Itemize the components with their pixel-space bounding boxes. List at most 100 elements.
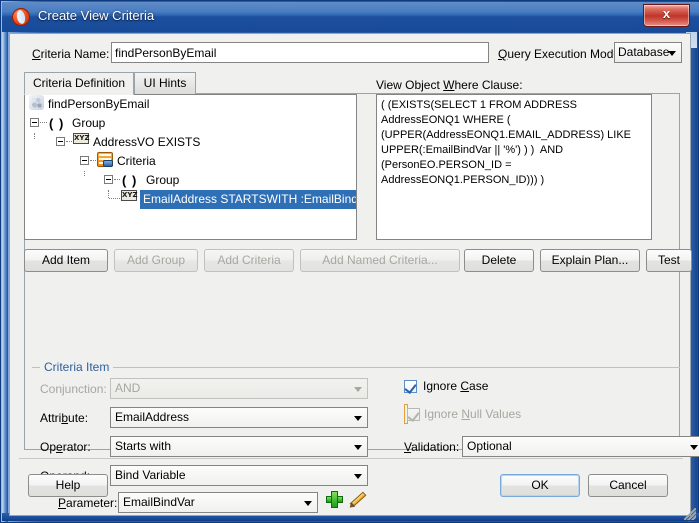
tree-row[interactable]: ( ) Group — [25, 114, 356, 133]
attribute-label: Attribute: — [40, 411, 89, 425]
tab-criteria-definition-label: Criteria Definition — [32, 76, 126, 90]
criteria-name-row: Criteria Name: Query Execution Mode: Dat… — [18, 42, 682, 66]
ok-label: OK — [531, 478, 549, 492]
criteria-name-label: Criteria Name: — [32, 47, 110, 61]
view-criteria-icon — [29, 95, 44, 110]
chevron-down-icon — [354, 386, 362, 392]
close-icon: x — [662, 6, 671, 21]
tree-connector — [66, 141, 72, 143]
tree-connector — [40, 122, 47, 124]
add-criteria-button: Add Criteria — [204, 249, 294, 272]
where-clause-box[interactable]: ( (EXISTS(SELECT 1 FROM ADDRESS AddressE… — [376, 94, 652, 240]
delete-label: Delete — [481, 253, 517, 267]
tree-connector — [84, 171, 86, 176]
tree-connector — [34, 133, 36, 139]
conjunction-label: Conjunction: — [40, 382, 107, 396]
query-execution-mode-select[interactable]: Database — [614, 42, 682, 63]
chevron-down-icon — [354, 415, 362, 421]
tree-connector — [90, 160, 96, 162]
tree-expander[interactable] — [56, 137, 65, 146]
tab-criteria-definition[interactable]: Criteria Definition — [24, 72, 134, 95]
validation-label: Validation: — [404, 440, 460, 454]
tree-expander[interactable] — [104, 175, 113, 184]
resize-grip[interactable] — [684, 508, 696, 520]
tab-ui-hints[interactable]: UI Hints — [134, 72, 196, 94]
tree-row[interactable]: findPersonByEmail — [25, 95, 356, 114]
close-button[interactable]: x — [643, 4, 690, 27]
window-title: Create View Criteria — [38, 8, 155, 23]
parenthesis-icon: ( ) — [122, 173, 138, 188]
tree-row[interactable]: ( ) Group — [25, 171, 356, 190]
add-criteria-label: Add Criteria — [217, 253, 281, 267]
query-execution-mode-value: Database — [618, 45, 670, 59]
tree-node-label: AddressVO EXISTS — [93, 135, 201, 149]
chevron-down-icon — [668, 50, 676, 56]
add-item-button[interactable]: Add Item — [24, 249, 108, 272]
criteria-item-legend: Criteria Item — [40, 360, 114, 374]
parenthesis-icon: ( ) — [49, 116, 65, 131]
criteria-action-buttons: Add Item Add Group Add Criteria Add Name… — [24, 249, 692, 272]
attribute-select[interactable]: EmailAddress — [110, 407, 368, 428]
criteria-icon — [97, 152, 113, 167]
tree-row[interactable]: XYZ EmailAddress STARTSWITH :EmailBindVa… — [25, 190, 356, 209]
validation-value: Optional — [467, 439, 512, 453]
tree-node-label: Criteria — [117, 154, 156, 168]
tree-connector — [114, 179, 120, 181]
view-criteria-tree[interactable]: findPersonByEmail ( ) Group XYZ AddressV… — [24, 94, 357, 240]
tree-connector — [109, 198, 120, 200]
dialog-footer: Help OK Cancel — [10, 466, 692, 506]
checkbox-box — [404, 380, 417, 394]
validation-select[interactable]: Optional — [462, 436, 699, 457]
oracle-jdeveloper-icon — [12, 8, 30, 26]
add-named-criteria-label: Add Named Criteria... — [322, 253, 438, 267]
explain-plan-label: Explain Plan... — [551, 253, 629, 267]
operator-label: Operator: — [40, 440, 91, 454]
conjunction-select: AND — [110, 378, 368, 399]
add-named-criteria-button: Add Named Criteria... — [300, 249, 460, 272]
dialog-client-area: Criteria Name: Query Execution Mode: Dat… — [9, 33, 699, 516]
chevron-down-icon — [690, 444, 698, 450]
where-clause-label: View Object Where Clause: — [376, 78, 523, 92]
ok-button[interactable]: OK — [500, 474, 580, 497]
tree-node-label: Group — [72, 116, 106, 130]
add-item-label: Add Item — [41, 253, 91, 267]
dialog-window: Create View Criteria x Criteria Name: Qu… — [0, 0, 699, 523]
conjunction-value: AND — [115, 381, 141, 395]
tree-node-label: findPersonByEmail — [48, 97, 150, 111]
add-group-button: Add Group — [114, 249, 198, 272]
operator-select[interactable]: Starts with — [110, 436, 368, 457]
ignore-case-label: Ignore Case — [423, 379, 489, 393]
where-clause-text: ( (EXISTS(SELECT 1 FROM ADDRESS AddressE… — [381, 99, 635, 186]
tree-expander[interactable] — [30, 118, 39, 127]
check-icon — [407, 409, 420, 422]
tree-node-label-selected: EmailAddress STARTSWITH :EmailBindVar — [140, 190, 356, 209]
cancel-button[interactable]: Cancel — [588, 474, 668, 497]
help-label: Help — [55, 478, 81, 492]
footer-separator — [19, 458, 683, 459]
criteria-name-input[interactable] — [111, 42, 489, 63]
query-execution-mode-label: Query Execution Mode: — [498, 47, 624, 61]
title-bar: Create View Criteria x — [2, 2, 699, 32]
tab-ui-hints-label: UI Hints — [143, 76, 187, 90]
ignore-null-values-label: Ignore Null Values — [424, 407, 522, 421]
explain-plan-button[interactable]: Explain Plan... — [540, 249, 640, 272]
operator-value: Starts with — [115, 439, 172, 453]
test-button[interactable]: Test — [646, 249, 692, 272]
xyz-icon: XYZ — [73, 133, 90, 144]
chevron-down-icon — [354, 444, 362, 450]
tree-node-label: Group — [146, 173, 180, 187]
help-button[interactable]: Help — [28, 474, 108, 497]
check-icon — [404, 381, 417, 394]
cancel-label: Cancel — [609, 478, 647, 492]
ignore-null-values-checkbox: Ignore Null Values — [404, 404, 521, 424]
tree-row[interactable]: XYZ AddressVO EXISTS — [25, 133, 356, 152]
window-border-left — [2, 2, 8, 522]
tree-row[interactable]: Criteria — [25, 152, 356, 171]
tree-expander[interactable] — [80, 156, 89, 165]
attribute-value: EmailAddress — [115, 410, 190, 424]
add-group-label: Add Group — [126, 253, 186, 267]
delete-button[interactable]: Delete — [464, 249, 534, 272]
tab-strip: Criteria Definition UI Hints — [24, 72, 680, 95]
tree-connector — [108, 190, 110, 198]
test-label: Test — [657, 253, 680, 267]
